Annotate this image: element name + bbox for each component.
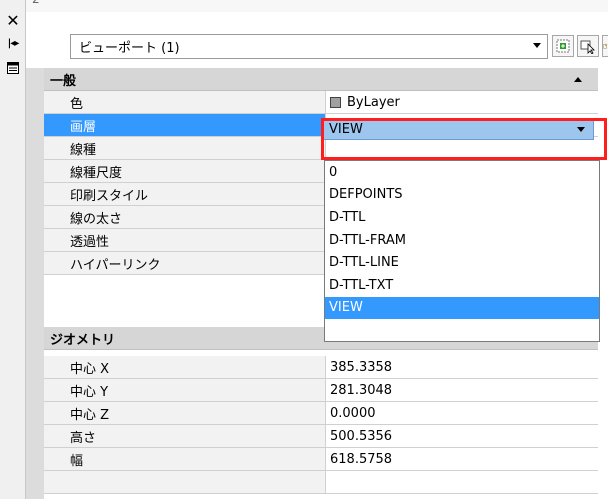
collapse-icon[interactable] <box>574 77 582 82</box>
property-value[interactable]: 281.3048 <box>326 379 598 402</box>
layer-option[interactable]: 0 <box>325 161 599 184</box>
palette-title-strip: ✕ |◂▸ <box>0 0 26 499</box>
property-label: 線種 <box>44 137 326 160</box>
object-selector-row: ビューポート (1) <box>26 12 608 68</box>
property-label: 高さ <box>44 425 326 448</box>
layer-dropdown-list[interactable]: 0 DEFPOINTS D-TTL D-TTL-FRAM D-TTL-LINE … <box>324 160 600 342</box>
category-general[interactable]: 一般 <box>44 68 598 91</box>
property-value[interactable]: 618.5758 <box>326 448 598 471</box>
property-label: 中心 Y <box>44 379 326 402</box>
property-row-center-y[interactable]: 中心 Y 281.3048 <box>44 379 598 402</box>
color-swatch-icon <box>330 96 341 108</box>
property-value <box>326 471 598 494</box>
property-label: 中心 X <box>44 356 326 379</box>
cropped-title-bar: 2 <box>26 0 608 12</box>
property-value[interactable]: 385.3358 <box>326 356 598 379</box>
color-value-text: ByLayer <box>347 94 400 110</box>
quick-select-button[interactable] <box>602 35 608 57</box>
select-objects-icon <box>580 40 595 54</box>
category-geometry-label: ジオメトリ <box>50 332 116 348</box>
grid-left-gutter <box>26 68 44 499</box>
layer-option[interactable]: D-TTL-FRAM <box>325 229 599 252</box>
select-objects-button[interactable] <box>577 35 599 57</box>
quick-select-icon <box>603 43 608 49</box>
properties-menu-icon[interactable] <box>6 61 20 75</box>
property-label: 透過性 <box>44 229 326 252</box>
property-label: 線の太さ <box>44 206 326 229</box>
property-label: 幅 <box>44 448 326 471</box>
close-icon[interactable]: ✕ <box>6 13 20 29</box>
property-label: 画層 <box>44 114 326 137</box>
property-row-center-x[interactable]: 中心 X 385.3358 <box>44 356 598 379</box>
highlight-box <box>321 118 607 160</box>
layer-option[interactable]: D-TTL <box>325 206 599 229</box>
auto-hide-icon[interactable]: |◂▸ <box>6 37 20 51</box>
toggle-pickadd-button[interactable] <box>552 35 574 57</box>
layer-option[interactable]: D-TTL-LINE <box>325 251 599 274</box>
property-label <box>44 471 326 494</box>
property-label: 中心 Z <box>44 402 326 425</box>
pickadd-icon <box>556 39 570 53</box>
property-row-color[interactable]: 色 ByLayer <box>44 91 598 114</box>
property-label: 線種尺度 <box>44 160 326 183</box>
property-row-center-z[interactable]: 中心 Z 0.0000 <box>44 402 598 425</box>
property-label: ハイパーリンク <box>44 252 326 275</box>
category-general-label: 一般 <box>50 73 77 89</box>
property-label: 印刷スタイル <box>44 183 326 206</box>
property-value[interactable]: 500.5356 <box>326 425 598 448</box>
property-row-width[interactable]: 幅 618.5758 <box>44 448 598 471</box>
property-value[interactable]: ByLayer <box>326 91 598 114</box>
layer-option[interactable]: DEFPOINTS <box>325 184 599 207</box>
property-row-extra <box>44 471 598 494</box>
layer-option-selected[interactable]: VIEW <box>325 296 599 320</box>
layer-option[interactable]: D-TTL-TXT <box>325 274 599 297</box>
property-label: 色 <box>44 91 326 114</box>
object-type-label: ビューポート (1) <box>79 41 180 56</box>
object-type-selector[interactable]: ビューポート (1) <box>70 34 548 59</box>
cropped-title-text: 2 <box>32 0 40 6</box>
chevron-down-icon <box>533 43 541 48</box>
property-row-height[interactable]: 高さ 500.5356 <box>44 425 598 448</box>
property-value[interactable]: 0.0000 <box>326 402 598 425</box>
